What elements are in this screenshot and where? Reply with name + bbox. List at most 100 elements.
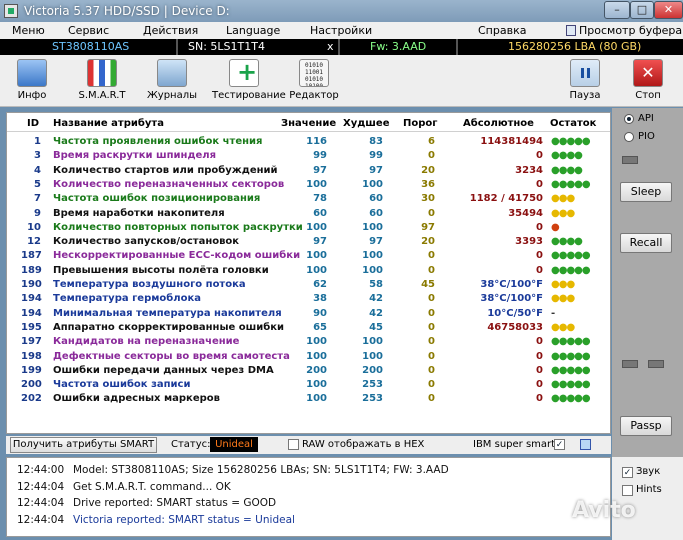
avito-watermark: Avito xyxy=(572,498,636,523)
attr-raw: 1182 / 41750 xyxy=(469,193,543,205)
passp-button[interactable]: Passp xyxy=(620,416,672,436)
indicator-right xyxy=(648,360,664,368)
table-row[interactable]: 4 Количество стартов или пробуждений 97 97 2… xyxy=(7,164,610,178)
attr-threshold: 97 xyxy=(421,221,435,233)
header-id[interactable]: ID xyxy=(27,118,39,129)
table-row[interactable]: 12 Количество запусков/остановок 97 97 20 339… xyxy=(7,235,610,249)
table-row[interactable]: 200 Частота ошибок записи 100 253 0 0 ●●●●● xyxy=(7,378,610,392)
attr-threshold: 0 xyxy=(428,379,435,391)
sleep-button[interactable]: Sleep xyxy=(620,182,672,202)
api-radio[interactable] xyxy=(624,114,634,124)
editor-button[interactable]: 01010 11001 01010 10100 Редактор xyxy=(282,58,346,104)
minimize-button[interactable]: – xyxy=(604,1,630,19)
table-row[interactable]: 197 Кандидатов на переназначение 100 100 0 0 ●… xyxy=(7,335,610,349)
attr-remaining: ●●●● xyxy=(551,150,583,162)
pio-radio[interactable] xyxy=(624,132,634,142)
header-raw[interactable]: Абсолютное xyxy=(463,118,534,129)
menu-item-settings[interactable]: Настройки xyxy=(310,24,372,37)
smart-table: ID Название атрибута Значение Худшее Пор… xyxy=(6,112,611,434)
get-smart-button[interactable]: Получить атрибуты SMART xyxy=(10,437,157,453)
attr-threshold: 0 xyxy=(428,393,435,405)
table-row[interactable]: 190 Температура воздушного потока 62 58 45 38… xyxy=(7,278,610,292)
hints-checkbox[interactable] xyxy=(622,485,633,496)
header-name[interactable]: Название атрибута xyxy=(53,118,164,129)
raw-hex-checkbox[interactable] xyxy=(288,439,299,450)
log-time: 12:44:00 xyxy=(17,464,65,476)
attr-threshold: 36 xyxy=(421,178,435,190)
attr-threshold: 0 xyxy=(428,364,435,376)
log-time: 12:44:04 xyxy=(17,480,65,493)
table-row[interactable]: 1 Частота проявления ошибок чтения 116 83 6 1… xyxy=(7,135,610,149)
table-row[interactable]: 194 Температура гермоблока 38 42 0 38°C/100°F… xyxy=(7,292,610,306)
attr-id: 199 xyxy=(21,364,42,376)
attr-id: 9 xyxy=(34,207,41,219)
attr-id: 195 xyxy=(21,321,42,333)
header-worst[interactable]: Худшее xyxy=(343,118,390,129)
table-row[interactable]: 187 Нескорректированные ECC-кодом ошибки 1… xyxy=(7,249,610,263)
header-value[interactable]: Значение xyxy=(281,118,336,129)
sound-checkbox[interactable]: ✓ xyxy=(622,467,633,478)
attr-threshold: 0 xyxy=(428,264,435,276)
close-button[interactable]: ✕ xyxy=(654,1,683,19)
table-row[interactable]: 10 Количество повторных попыток раскрутки… xyxy=(7,221,610,235)
device-model: ST3808110AS xyxy=(52,40,130,53)
table-row[interactable]: 198 Дефектные секторы во время самотеста 1… xyxy=(7,350,610,364)
attr-name: Температура гермоблока xyxy=(53,293,201,305)
pause-button[interactable]: Пауза xyxy=(553,58,617,104)
attr-threshold: 0 xyxy=(428,293,435,305)
attr-name: Ошибки передачи данных через DMA xyxy=(53,364,274,376)
attr-threshold: 0 xyxy=(428,350,435,362)
attr-raw: 38°C/100°F xyxy=(480,293,543,305)
menu-item-language[interactable]: Language xyxy=(226,24,280,37)
attr-value: 100 xyxy=(306,350,327,362)
attr-remaining: ●●● xyxy=(551,193,575,205)
attr-name: Ошибки адресных маркеров xyxy=(53,393,220,405)
table-row[interactable]: 9 Время наработки накопителя 60 60 0 35494 ●●● xyxy=(7,207,610,221)
attr-remaining: ●●●●● xyxy=(551,264,591,276)
menu-item-help[interactable]: Справка xyxy=(478,24,526,37)
smart-button[interactable]: S.M.A.R.T xyxy=(70,58,134,104)
table-row[interactable]: 195 Аппаратно скорректированные ошибки 65 4… xyxy=(7,321,610,335)
indicator-left xyxy=(622,360,638,368)
table-row[interactable]: 202 Ошибки адресных маркеров 100 253 0 0 ●●●●● xyxy=(7,392,610,406)
recall-button[interactable]: Recall xyxy=(620,233,672,253)
table-row[interactable]: 189 Превышения высоты полёта головки 100 10… xyxy=(7,264,610,278)
log-message: Model: ST3808110AS; Size 156280256 LBAs;… xyxy=(73,464,449,476)
attr-raw: 38°C/100°F xyxy=(480,279,543,290)
stop-button[interactable]: ✕ Стоп xyxy=(616,58,680,104)
table-row[interactable]: 194 Минимальная температура накопителя 90 4… xyxy=(7,307,610,321)
table-header: ID Название атрибута Значение Худшее Пор… xyxy=(7,115,610,132)
attr-id: 194 xyxy=(21,293,42,305)
color-indicator[interactable] xyxy=(580,439,591,450)
table-row[interactable]: 3 Время раскрутки шпинделя 99 99 0 0 ●●●● xyxy=(7,149,610,163)
menu-item-service[interactable]: Сервис xyxy=(68,24,109,37)
smart-chart-icon xyxy=(87,59,117,87)
info-button[interactable]: Инфо xyxy=(0,58,64,104)
attr-remaining: ●●● xyxy=(551,293,575,305)
test-button[interactable]: Тестирование xyxy=(212,58,286,104)
menu-item-view-buffer[interactable]: Просмотр буфера xyxy=(566,24,682,37)
attr-raw: 3234 xyxy=(515,164,543,176)
log-panel[interactable]: 12:44:00 Model: ST3808110AS; Size 1562802… xyxy=(6,457,611,537)
attr-worst: 58 xyxy=(369,279,383,290)
attr-value: 65 xyxy=(313,321,327,333)
ibm-super-smart-checkbox[interactable]: ✓ xyxy=(554,439,565,450)
attr-value: 200 xyxy=(306,364,327,376)
menu-item-menu[interactable]: Меню xyxy=(12,24,45,37)
logs-button[interactable]: Журналы xyxy=(140,58,204,104)
attr-id: 7 xyxy=(34,193,41,205)
attr-value: 100 xyxy=(306,336,327,348)
attr-worst: 100 xyxy=(362,221,383,233)
log-message: Victoria reported: SMART status = Unidea… xyxy=(73,513,295,526)
table-row[interactable]: 5 Количество переназначенных секторов 100 1… xyxy=(7,178,610,192)
attr-worst: 60 xyxy=(369,207,383,219)
header-remaining[interactable]: Остаток xyxy=(550,118,596,129)
menu-item-actions[interactable]: Действия xyxy=(143,24,198,37)
table-row[interactable]: 199 Ошибки передачи данных через DMA 200 20… xyxy=(7,364,610,378)
hints-label: Hints xyxy=(636,484,662,495)
header-threshold[interactable]: Порог xyxy=(403,118,438,129)
table-row[interactable]: 7 Частота ошибок позиционирования 78 60 30 11… xyxy=(7,192,610,206)
binary-line: 01010 xyxy=(304,62,324,69)
maximize-button[interactable]: □ xyxy=(630,1,654,19)
device-close-x[interactable]: x xyxy=(327,40,334,53)
